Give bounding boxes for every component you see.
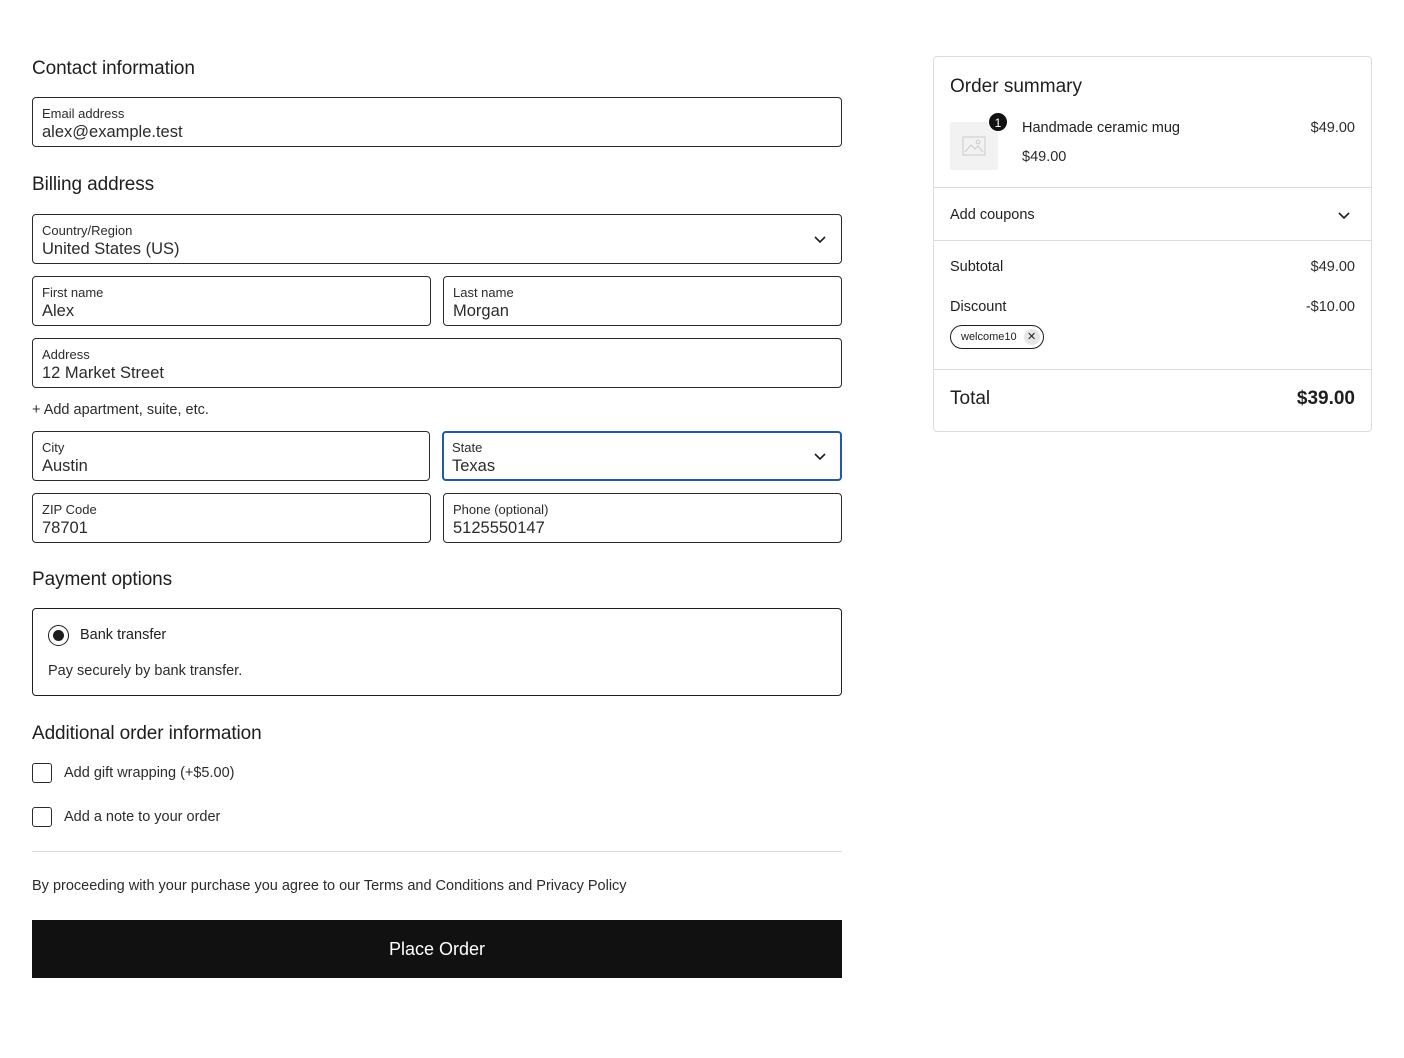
order-note-label: Add a note to your order: [64, 809, 221, 825]
billing-heading: Billing address: [32, 174, 155, 195]
city-state-row: City Austin State Texas: [32, 431, 842, 481]
chevron-down-icon: [814, 236, 826, 244]
city-label: City: [42, 440, 65, 455]
state-label: State: [452, 440, 483, 455]
phone-label: Phone (optional): [453, 502, 549, 517]
order-summary: Order summary 1 Handmade ceramic mug $49…: [933, 56, 1372, 432]
zip-phone-row: ZIP Code 78701 Phone (optional) 51255501…: [32, 493, 842, 543]
coupon-code: welcome10: [961, 331, 1017, 343]
payment-option-bank-transfer[interactable]: Bank transfer Pay securely by bank trans…: [32, 608, 842, 696]
gift-wrap-checkbox[interactable]: [32, 763, 52, 783]
state-value: Texas: [452, 457, 496, 475]
subtotal-value: $49.00: [1310, 259, 1355, 275]
email-field[interactable]: Email address alex@example.test: [32, 97, 842, 147]
first-name-label: First name: [42, 285, 104, 300]
email-value[interactable]: alex@example.test: [42, 122, 769, 142]
country-value: United States (US): [42, 240, 180, 258]
country-label: Country/Region: [42, 223, 133, 238]
city-value[interactable]: Austin: [42, 456, 398, 476]
address-field[interactable]: Address 12 Market Street: [32, 338, 842, 388]
city-field[interactable]: City Austin: [32, 431, 430, 481]
quantity-badge: 1: [988, 112, 1008, 132]
divider: [934, 369, 1371, 370]
place-order-button[interactable]: Place Order: [32, 920, 842, 978]
divider: [934, 240, 1371, 241]
product-name: Handmade ceramic mug: [1022, 120, 1180, 136]
add-apartment-link[interactable]: + Add apartment, suite, etc.: [32, 401, 842, 419]
add-coupons-label: Add coupons: [950, 207, 1035, 223]
discount-value: -$10.00: [1305, 299, 1355, 315]
total-value: $39.00: [1296, 388, 1355, 409]
state-select[interactable]: State Texas: [442, 431, 842, 481]
email-label: Email address: [42, 106, 125, 121]
last-name-field[interactable]: Last name Morgan: [443, 276, 842, 326]
remove-coupon-icon[interactable]: ✕: [1023, 329, 1040, 345]
country-select[interactable]: Country/Region United States (US): [32, 214, 842, 264]
chevron-down-icon: [814, 453, 826, 461]
product-unit-price: $49.00: [1022, 149, 1067, 165]
zip-label: ZIP Code: [42, 502, 97, 517]
address-value[interactable]: 12 Market Street: [42, 363, 769, 383]
order-note-checkbox[interactable]: [32, 807, 52, 827]
chevron-down-icon: [1338, 212, 1350, 220]
last-name-label: Last name: [453, 285, 514, 300]
order-summary-title: Order summary: [950, 76, 1082, 97]
image-placeholder-icon: [962, 136, 986, 156]
bank-transfer-radio[interactable]: [48, 625, 69, 646]
divider: [32, 851, 842, 852]
contact-heading: Contact information: [32, 58, 195, 79]
first-name-value[interactable]: Alex: [42, 301, 399, 321]
first-name-field[interactable]: First name Alex: [32, 276, 431, 326]
bank-transfer-description: Pay securely by bank transfer.: [48, 663, 243, 679]
gift-wrap-option[interactable]: Add gift wrapping (+$5.00): [32, 763, 842, 783]
phone-value[interactable]: 5125550147: [453, 518, 810, 538]
discount-label: Discount: [950, 299, 1007, 315]
name-row: First name Alex Last name Morgan: [32, 276, 842, 326]
payment-heading: Payment options: [32, 569, 173, 590]
last-name-value[interactable]: Morgan: [453, 301, 810, 321]
add-coupons-toggle[interactable]: Add coupons: [934, 188, 1371, 241]
address-label: Address: [42, 347, 90, 362]
checkout-form: Contact information Email address alex@e…: [32, 56, 842, 978]
phone-field[interactable]: Phone (optional) 5125550147: [443, 493, 842, 543]
order-note-option[interactable]: Add a note to your order: [32, 807, 842, 827]
total-label: Total: [950, 388, 991, 409]
zip-value[interactable]: 78701: [42, 518, 399, 538]
zip-field[interactable]: ZIP Code 78701: [32, 493, 431, 543]
additional-heading: Additional order information: [32, 723, 262, 744]
bank-transfer-label: Bank transfer: [80, 627, 167, 643]
subtotal-label: Subtotal: [950, 259, 1004, 275]
gift-wrap-label: Add gift wrapping (+$5.00): [64, 765, 235, 781]
product-line-price: $49.00: [1310, 120, 1355, 136]
terms-text: By proceeding with your purchase you agr…: [32, 878, 627, 894]
coupon-chip: welcome10 ✕: [950, 325, 1044, 349]
